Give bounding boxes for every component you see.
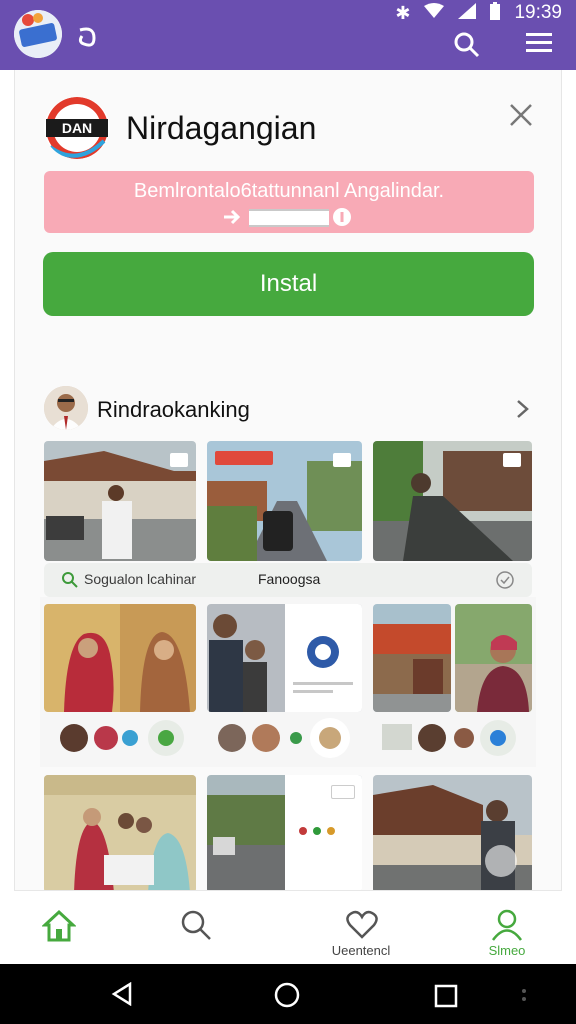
info-icon [332, 207, 352, 232]
promo-logo: DAN [44, 97, 110, 159]
photo-badge [170, 453, 188, 467]
signal-icon [458, 2, 477, 24]
photo-men[interactable] [207, 604, 362, 712]
search-center-label: Fanoogsa [258, 571, 321, 587]
app-switch-icon[interactable] [74, 24, 100, 50]
app-logo[interactable] [14, 10, 62, 58]
photo-badge [333, 453, 351, 467]
status-time: 19:39 [514, 2, 562, 23]
photo-badge [331, 785, 355, 799]
home-button-icon[interactable] [274, 982, 300, 1013]
photo-village[interactable] [373, 775, 532, 893]
promo-banner[interactable]: Bemlrontalo6tattunnanl Angalindar. [44, 171, 534, 233]
heart-icon[interactable] [346, 909, 378, 944]
bluetooth-icon: ✱ [395, 2, 411, 23]
search-icon [62, 572, 78, 593]
menu-icon[interactable] [526, 30, 556, 60]
more-icon[interactable] [520, 988, 528, 1007]
photo-alley[interactable] [207, 775, 362, 893]
close-icon[interactable] [506, 100, 536, 130]
photo-street-3[interactable] [373, 441, 532, 561]
progress-bar [249, 209, 329, 227]
nav-label-favorites[interactable]: Ueentencl [316, 943, 406, 958]
avatar[interactable] [44, 386, 88, 430]
wifi-icon [424, 2, 445, 24]
app-bar: ✱ 19:39 [0, 0, 576, 70]
photo-street-1[interactable] [44, 441, 196, 561]
avatar-row-3 [376, 716, 532, 762]
promo-logo-text: DAN [62, 120, 92, 136]
chevron-right-icon[interactable] [512, 398, 534, 420]
avatar-row-2 [212, 716, 362, 762]
arrow-icon [224, 207, 246, 232]
banner-text: Bemlrontalo6tattunnanl Angalindar. [133, 180, 445, 202]
check-icon[interactable] [496, 571, 514, 594]
search-icon[interactable] [180, 909, 212, 946]
recents-icon[interactable] [434, 984, 458, 1013]
photo-street-2[interactable] [207, 441, 362, 561]
photo-women[interactable] [44, 604, 196, 712]
install-button[interactable]: Instal [43, 252, 534, 316]
battery-icon [490, 1, 501, 25]
person-icon[interactable] [490, 909, 524, 946]
photo-label-badge [215, 451, 273, 465]
bottom-navigation: Ueentencl Slmeo [14, 890, 562, 964]
home-icon[interactable] [41, 909, 77, 948]
search-bar[interactable]: Sogualon lcahinar Fanoogsa [44, 563, 532, 597]
photo-family[interactable] [44, 775, 196, 893]
back-icon[interactable] [110, 981, 134, 1011]
photo-market[interactable] [373, 604, 451, 712]
section-title[interactable]: Rindraokanking [97, 397, 250, 423]
photo-badge [503, 453, 521, 467]
status-icons: ✱ 19:39 [395, 1, 562, 25]
search-placeholder: Sogualon lcahinar [84, 571, 197, 587]
avatar-row-1 [48, 716, 198, 760]
system-navigation-bar [0, 964, 576, 1024]
promo-title: Nirdagangian [126, 110, 317, 146]
nav-label-profile[interactable]: Slmeo [462, 943, 552, 958]
photo-person[interactable] [455, 604, 532, 712]
search-icon[interactable] [452, 30, 482, 60]
